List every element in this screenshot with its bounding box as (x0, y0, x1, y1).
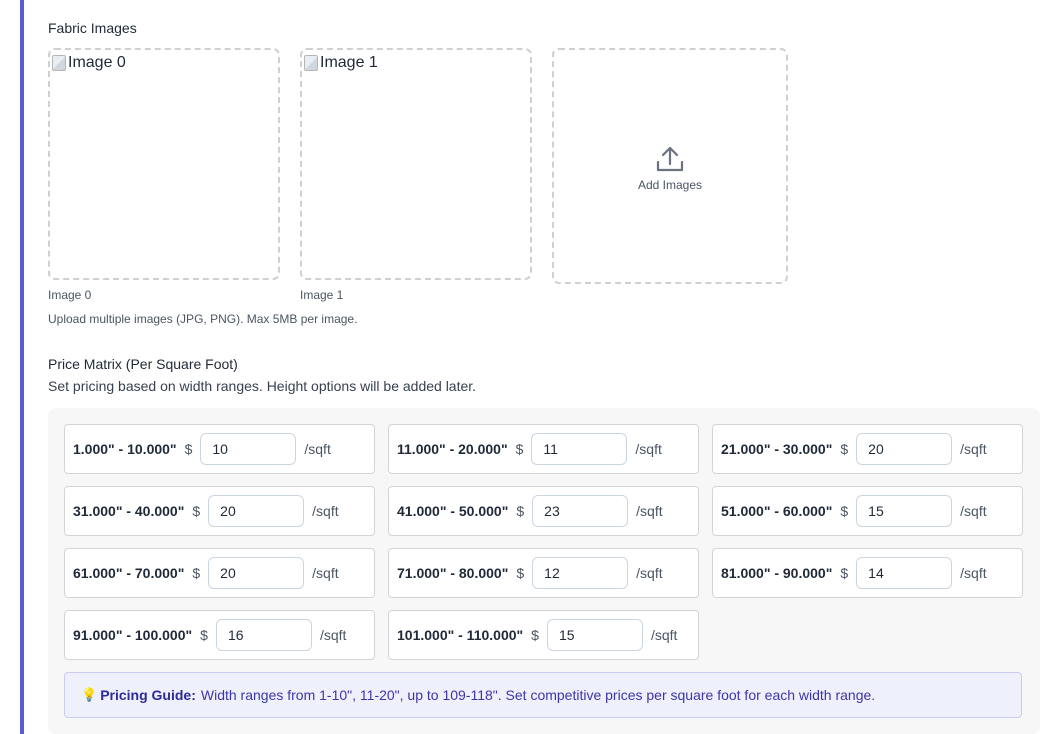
unit-label: /sqft (650, 627, 678, 643)
price-input[interactable] (856, 557, 953, 589)
broken-image: Image 0 (52, 54, 126, 72)
price-cell: 11.000" - 20.000" $ /sqft (388, 424, 699, 474)
currency-symbol: $ (516, 565, 525, 581)
width-range-label: 11.000" - 20.000" (397, 441, 508, 457)
unit-label: /sqft (312, 503, 339, 519)
currency-symbol: $ (840, 503, 849, 519)
currency-symbol: $ (531, 627, 539, 643)
image-caption-0: Image 0 (48, 288, 92, 302)
currency-symbol: $ (200, 627, 208, 643)
currency-symbol: $ (840, 441, 849, 457)
upload-help-text: Upload multiple images (JPG, PNG). Max 5… (48, 312, 358, 326)
unit-label: /sqft (304, 441, 331, 457)
unit-label: /sqft (960, 441, 987, 457)
broken-image-icon (52, 55, 66, 71)
price-input[interactable] (215, 619, 312, 651)
currency-symbol: $ (184, 441, 193, 457)
price-cell: 91.000" - 100.000" $ /sqft (64, 610, 375, 660)
add-images-label: Add Images (637, 178, 703, 192)
price-input[interactable] (532, 495, 629, 527)
price-input[interactable] (200, 433, 297, 465)
image-tile-0[interactable]: Image 0 (48, 48, 280, 280)
price-matrix-title: Price Matrix (Per Square Foot) (48, 356, 238, 372)
width-range-label: 81.000" - 90.000" (721, 565, 833, 581)
price-cell: 71.000" - 80.000" $ /sqft (388, 548, 699, 598)
price-input[interactable] (531, 433, 628, 465)
price-input[interactable] (856, 495, 953, 527)
lightbulb-icon: 💡 (81, 687, 98, 702)
currency-symbol: $ (516, 503, 525, 519)
price-cell: 101.000" - 110.000" $ /sqft (388, 610, 699, 660)
currency-symbol: $ (515, 441, 524, 457)
price-input[interactable] (546, 619, 643, 651)
currency-symbol: $ (192, 565, 201, 581)
image-alt-text: Image 0 (68, 54, 126, 71)
currency-symbol: $ (192, 503, 201, 519)
upload-icon (656, 146, 684, 172)
width-range-label: 91.000" - 100.000" (73, 627, 193, 643)
price-cell: 41.000" - 50.000" $ /sqft (388, 486, 699, 536)
price-input[interactable] (532, 557, 629, 589)
price-cell: 61.000" - 70.000" $ /sqft (64, 548, 375, 598)
broken-image: Image 1 (304, 54, 378, 72)
unit-label: /sqft (960, 503, 987, 519)
pricing-guide-label: Pricing Guide: (100, 687, 196, 703)
unit-label: /sqft (319, 627, 347, 643)
unit-label: /sqft (635, 441, 662, 457)
image-tile-1[interactable]: Image 1 (300, 48, 532, 280)
unit-label: /sqft (636, 503, 663, 519)
width-range-label: 1.000" - 10.000" (73, 441, 177, 457)
width-range-label: 101.000" - 110.000" (397, 627, 524, 643)
price-input[interactable] (856, 433, 953, 465)
left-accent-bar (20, 0, 24, 734)
width-range-label: 51.000" - 60.000" (721, 503, 833, 519)
add-images-button[interactable]: Add Images (552, 48, 788, 284)
price-matrix-subtitle: Set pricing based on width ranges. Heigh… (48, 378, 477, 394)
price-cell: 21.000" - 30.000" $ /sqft (712, 424, 1023, 474)
price-cell: 31.000" - 40.000" $ /sqft (64, 486, 375, 536)
price-cell: 51.000" - 60.000" $ /sqft (712, 486, 1023, 536)
price-matrix-grid: 1.000" - 10.000" $ /sqft 11.000" - 20.00… (64, 424, 1023, 660)
currency-symbol: $ (840, 565, 849, 581)
width-range-label: 21.000" - 30.000" (721, 441, 833, 457)
image-caption-1: Image 1 (300, 288, 344, 302)
fabric-images-label: Fabric Images (48, 20, 137, 36)
price-input[interactable] (208, 495, 305, 527)
width-range-label: 41.000" - 50.000" (397, 503, 509, 519)
image-alt-text: Image 1 (320, 54, 378, 71)
unit-label: /sqft (960, 565, 987, 581)
pricing-guide-callout: 💡 Pricing Guide: Width ranges from 1-10"… (64, 672, 1022, 718)
price-matrix-panel: 1.000" - 10.000" $ /sqft 11.000" - 20.00… (48, 408, 1040, 734)
price-cell: 81.000" - 90.000" $ /sqft (712, 548, 1023, 598)
price-input[interactable] (208, 557, 305, 589)
unit-label: /sqft (312, 565, 339, 581)
width-range-label: 71.000" - 80.000" (397, 565, 509, 581)
width-range-label: 61.000" - 70.000" (73, 565, 185, 581)
width-range-label: 31.000" - 40.000" (73, 503, 185, 519)
price-cell: 1.000" - 10.000" $ /sqft (64, 424, 375, 474)
unit-label: /sqft (636, 565, 663, 581)
broken-image-icon (304, 55, 318, 71)
pricing-guide-text: Width ranges from 1-10", 11-20", up to 1… (200, 687, 876, 703)
